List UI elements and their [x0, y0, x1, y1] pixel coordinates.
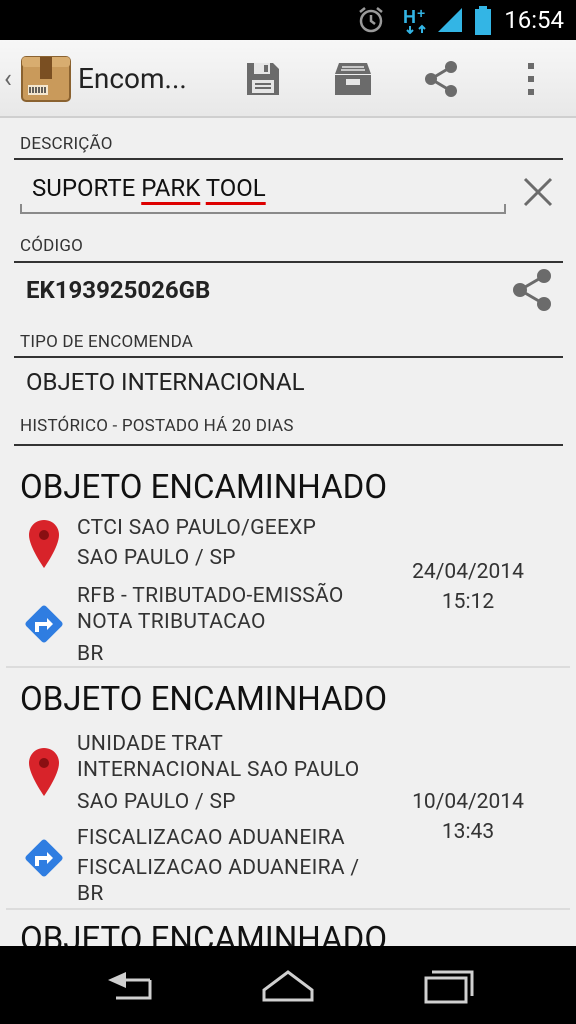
event-title: OBJETO ENCAMINHADO: [20, 680, 388, 719]
status-bar: H + 16:54: [0, 0, 576, 40]
svg-text:H: H: [403, 7, 416, 27]
svg-text:+: +: [417, 6, 425, 21]
destination-line: FISCALIZACAO ADUANEIRA /: [77, 856, 360, 880]
destination-line: BR: [77, 882, 104, 906]
archive-button[interactable]: [330, 56, 376, 102]
action-bar: ‹ Encom...: [0, 40, 576, 118]
event-date: 24/04/2014: [412, 560, 524, 584]
page-title: Encom...: [78, 62, 187, 95]
clear-icon[interactable]: [518, 172, 558, 212]
overflow-menu-icon: [528, 63, 534, 95]
origin-line: UNIDADE TRAT: [77, 732, 224, 756]
save-icon: [247, 63, 279, 95]
divider: [14, 261, 563, 263]
type-label: TIPO DE ENCOMENDA: [20, 332, 194, 352]
description-value: SUPORTE PARK TOOL: [32, 174, 266, 202]
history-item[interactable]: OBJETO ENCAMINHADO: [0, 912, 576, 946]
navigation-bar: [0, 946, 576, 1024]
event-time: 13:43: [441, 820, 495, 844]
archive-icon: [335, 63, 371, 95]
share-code-icon[interactable]: [508, 266, 556, 314]
direction-icon: [25, 839, 63, 877]
overflow-menu-button[interactable]: [508, 56, 554, 102]
alarm-icon: [359, 7, 383, 33]
network-hplus-icon: H +: [403, 6, 426, 34]
origin-line: SAO PAULO / SP: [77, 790, 236, 814]
up-caret-icon[interactable]: ‹: [4, 64, 12, 94]
divider: [14, 356, 563, 358]
event-title: OBJETO ENCAMINHADO: [20, 468, 388, 507]
event-date: 10/04/2014: [412, 790, 524, 814]
tracking-code: EK193925026GB: [26, 276, 211, 304]
destination-line: BR: [77, 642, 104, 666]
share-button[interactable]: [418, 56, 464, 102]
item-separator: [6, 666, 570, 668]
origin-line: INTERNACIONAL SAO PAULO: [77, 758, 360, 782]
package-detail: DESCRIÇÃO SUPORTE PARK TOOL CÓDIGO EK193…: [0, 120, 576, 946]
divider: [14, 444, 563, 446]
origin-line: SAO PAULO / SP: [77, 546, 236, 570]
divider: [14, 158, 563, 160]
history-label: HISTÓRICO - POSTADO HÁ 20 DIAS: [20, 416, 294, 436]
item-separator: [6, 908, 570, 910]
description-label: DESCRIÇÃO: [20, 134, 113, 154]
origin-line: CTCI SAO PAULO/GEEXP: [77, 516, 317, 540]
location-pin-icon: [29, 520, 59, 568]
signal-icon: [438, 8, 462, 32]
destination-line: NOTA TRIBUTACAO: [77, 610, 266, 634]
battery-icon: [475, 6, 491, 35]
code-label: CÓDIGO: [20, 236, 84, 256]
event-time: 15:12: [441, 590, 495, 614]
history-item[interactable]: OBJETO ENCAMINHADO CTCI SAO PAULO/GEEXP …: [0, 460, 576, 668]
description-field[interactable]: SUPORTE PARK TOOL: [20, 166, 506, 214]
back-icon[interactable]: [100, 964, 160, 1008]
app-logo-icon[interactable]: [20, 53, 72, 103]
share-icon: [425, 61, 457, 97]
recent-apps-icon[interactable]: [418, 964, 478, 1008]
event-title: OBJETO ENCAMINHADO: [20, 920, 388, 946]
direction-icon: [25, 605, 63, 643]
clock: 16:54: [504, 6, 564, 34]
destination-line: RFB - TRIBUTADO-EMISSÃO: [77, 584, 344, 608]
home-icon[interactable]: [258, 964, 318, 1008]
save-button[interactable]: [240, 56, 286, 102]
package-type: OBJETO INTERNACIONAL: [26, 368, 305, 396]
history-item[interactable]: OBJETO ENCAMINHADO UNIDADE TRAT INTERNAC…: [0, 672, 576, 910]
location-pin-icon: [29, 748, 59, 796]
destination-line: FISCALIZACAO ADUANEIRA: [77, 826, 345, 850]
